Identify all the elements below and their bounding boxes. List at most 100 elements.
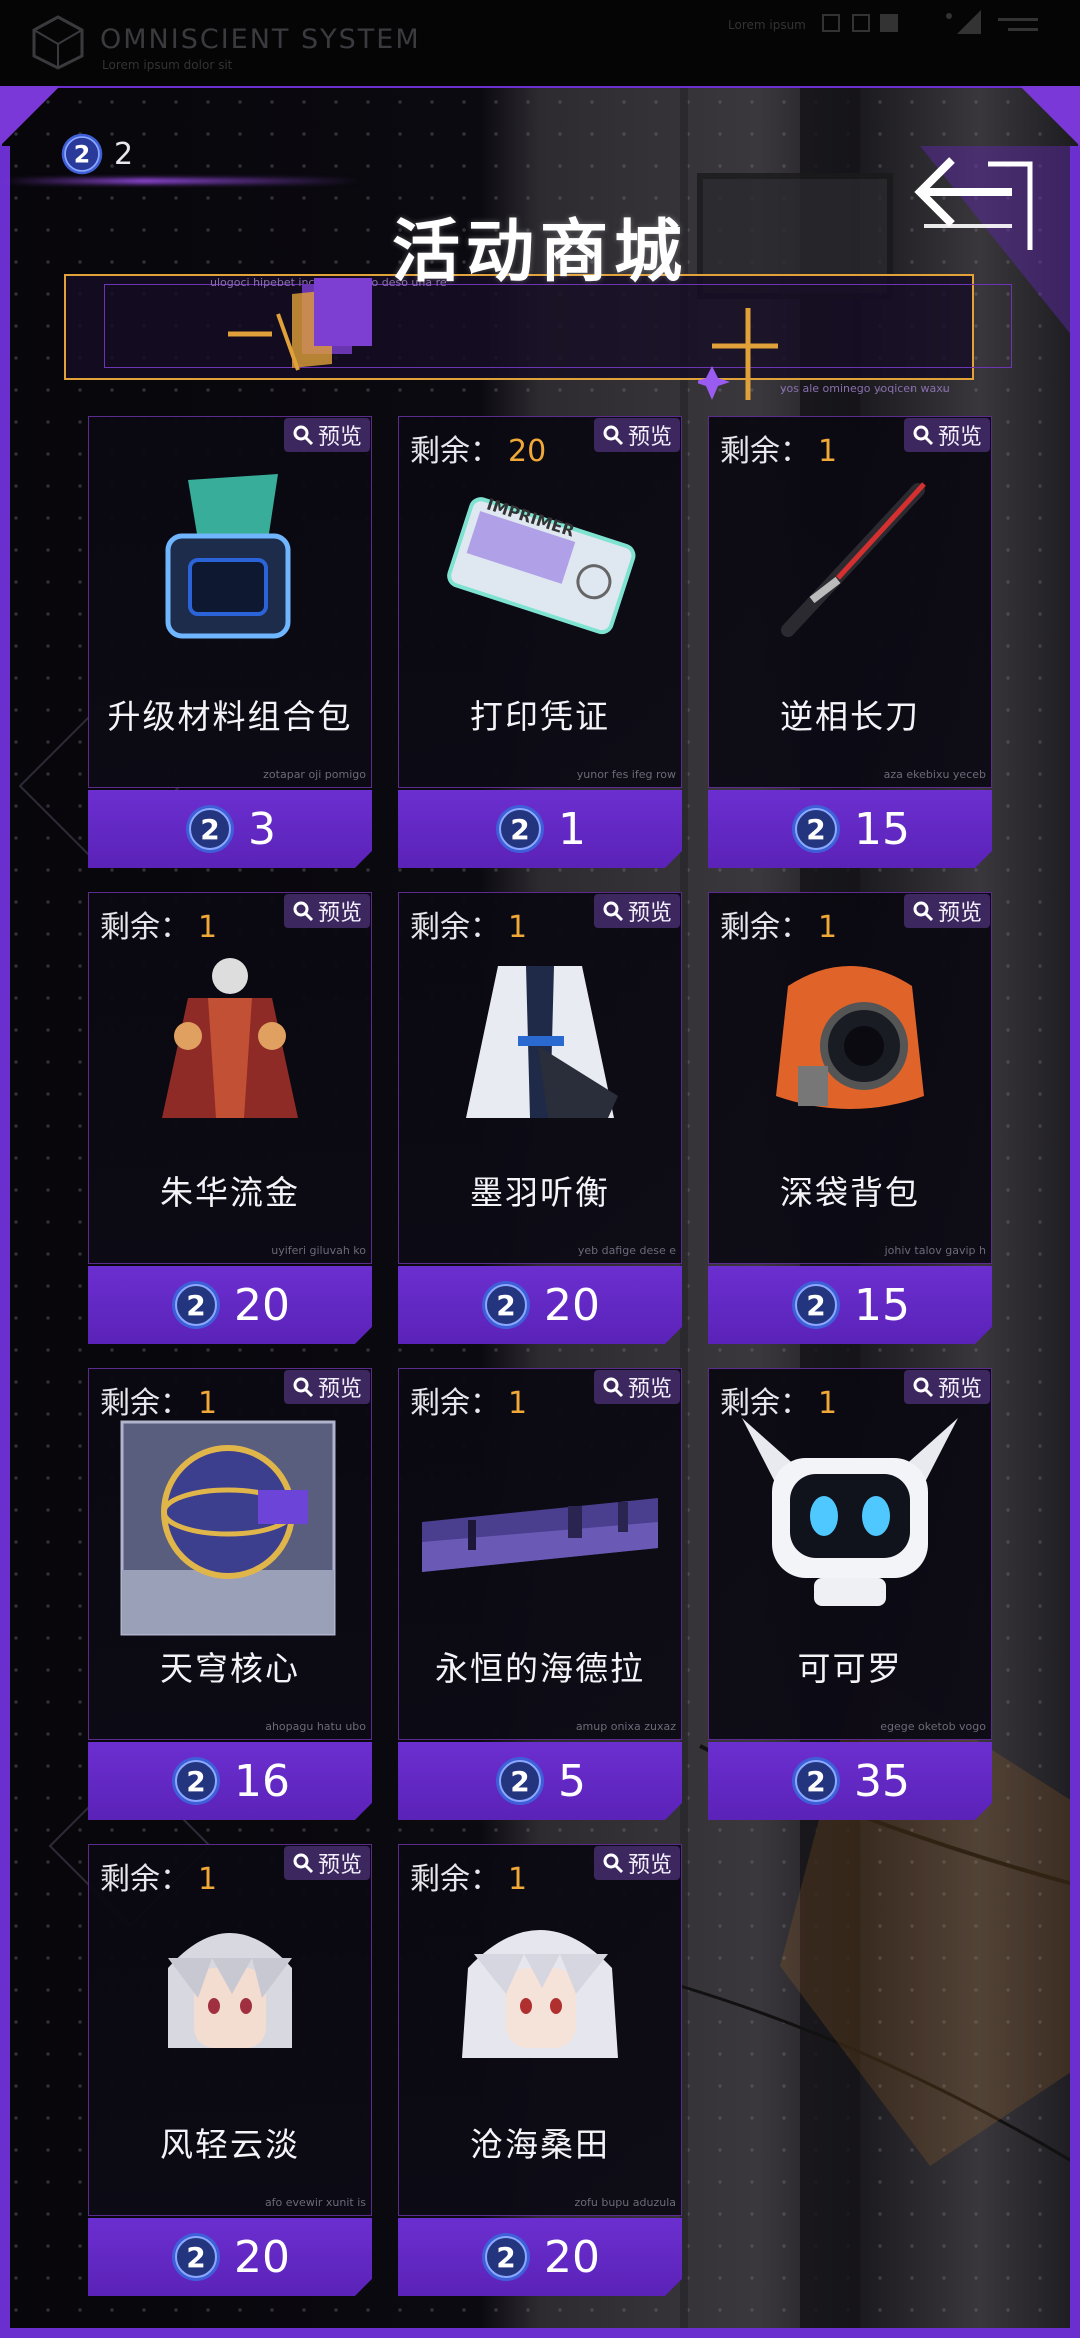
shop-item-card[interactable]: 剩余： 1 预览 朱华流金 uyiferi giluvah ko 2 20: [88, 892, 372, 1344]
remain-count: 剩余： 1: [100, 1862, 218, 1897]
shop-frame: 2 2 ulogoci hipebet inchem iakevo deso u…: [0, 86, 1080, 2338]
preview-button[interactable]: 预览: [284, 1370, 370, 1404]
square-icon: [880, 14, 898, 32]
system-right-text: Lorem ipsum: [728, 18, 806, 32]
price-button[interactable]: 2 35: [708, 1742, 992, 1820]
remain-count: 剩余： 1: [410, 910, 528, 945]
item-tiny-text: johiv talov gavip h: [884, 1244, 986, 1257]
blade-icon: [781, 482, 926, 637]
shop-item-card[interactable]: 剩余： 1 预览 可可罗 egege oketob vogo 2 35: [708, 1368, 992, 1820]
magnifier-icon: [293, 901, 314, 922]
system-subtitle: Lorem ipsum dolor sit: [102, 58, 233, 72]
purple-coin-icon: 2: [482, 2233, 530, 2281]
item-name: 天穹核心: [160, 1649, 300, 1688]
price-button[interactable]: 2 20: [398, 2218, 682, 2296]
remain-count: 剩余： 1: [720, 910, 838, 945]
remain-count: 剩余： 1: [720, 434, 838, 469]
preview-label: 预览: [627, 425, 672, 450]
magnifier-icon: [603, 901, 624, 922]
magnifier-icon: [913, 901, 934, 922]
core-sphere-icon: [120, 1420, 336, 1636]
item-name: 升级材料组合包: [107, 697, 353, 736]
price-button[interactable]: 2 16: [88, 1742, 372, 1820]
shop-item-card[interactable]: 预览 升级材料组合包 zotapar oji pomigo 2 3: [88, 416, 372, 868]
item-tiny-text: yeb dafige dese e: [577, 1244, 676, 1257]
price-button[interactable]: 2 15: [708, 790, 992, 868]
item-name: 永恒的海德拉: [435, 1649, 645, 1688]
shop-item-card[interactable]: 剩余： 20 预览 IMPRIMER 打印凭证 yunor fes ifeg ro…: [398, 416, 682, 868]
shop-item-card[interactable]: 剩余： 1 预览 天穹核心 ahopagu hatu ubo 2 16: [88, 1368, 372, 1820]
preview-button[interactable]: 预览: [284, 1846, 370, 1880]
price-button[interactable]: 2 3: [88, 790, 372, 868]
purple-coin-icon: 2: [792, 805, 840, 853]
shop-item-card[interactable]: 剩余： 1 预览 永恒的海德拉 amup onixa zuxaz 2 5: [398, 1368, 682, 1820]
magnifier-icon: [293, 1377, 314, 1398]
item-name: 风轻云淡: [160, 2125, 300, 2164]
magnifier-icon: [603, 425, 624, 446]
preview-button[interactable]: 预览: [904, 1370, 990, 1404]
shop-item-card[interactable]: 剩余： 1 预览 沧海桑田 zofu bupu aduzula 2 20: [398, 1844, 682, 2296]
shop-item-card[interactable]: 剩余： 1 预览 逆相长刀 aza ekebixu yeceb 2 15: [708, 416, 992, 868]
remain-count: 剩余： 1: [410, 1862, 528, 1897]
price-button[interactable]: 2 15: [708, 1266, 992, 1344]
item-tiny-text: zotapar oji pomigo: [263, 768, 366, 781]
banner-sparkle-icon: [698, 308, 778, 400]
shop-item-card[interactable]: 剩余： 1 预览 墨羽听衡 yeb dafige dese e 2 20: [398, 892, 682, 1344]
back-arrow-button[interactable]: [900, 146, 1040, 256]
preview-label: 预览: [317, 425, 362, 450]
currency-balance: 2 2: [60, 130, 133, 178]
price-value: 35: [854, 1755, 910, 1807]
white-hair-boy-icon: [168, 1933, 292, 2048]
preview-label: 预览: [627, 1377, 672, 1402]
preview-button[interactable]: 预览: [594, 1846, 680, 1880]
price-button[interactable]: 2 20: [398, 1266, 682, 1344]
price-value: 1: [558, 803, 586, 855]
price-button[interactable]: 2 1: [398, 790, 682, 868]
purple-coin-icon: 2: [61, 133, 103, 175]
price-button[interactable]: 2 20: [88, 2218, 372, 2296]
purple-coin-icon: 2: [496, 805, 544, 853]
white-hair-girl-icon: [462, 1930, 618, 2058]
item-name: 沧海桑田: [470, 2125, 610, 2164]
item-name: 可可罗: [797, 1649, 903, 1688]
shop-item-card[interactable]: 剩余： 1 预览 深袋背包 johiv talov gavip h 2 15: [708, 892, 992, 1344]
purple-coin-icon: 2: [186, 805, 234, 853]
preview-button[interactable]: 预览: [594, 894, 680, 928]
svg-text:2: 2: [186, 1765, 205, 1798]
signal-icon: [946, 10, 981, 34]
price-button[interactable]: 2 5: [398, 1742, 682, 1820]
preview-button[interactable]: 预览: [284, 418, 370, 452]
system-bar: OMNISCIENT SYSTEM Lorem ipsum dolor sit …: [0, 0, 1080, 86]
svg-text:2: 2: [806, 813, 825, 846]
preview-button[interactable]: 预览: [594, 1370, 680, 1404]
remain-count: 剩余： 1: [410, 1386, 528, 1421]
purple-coin-icon: 2: [792, 1281, 840, 1329]
remain-count: 剩余： 1: [100, 910, 218, 945]
preview-button[interactable]: 预览: [594, 418, 680, 452]
item-tiny-text: amup onixa zuxaz: [575, 1720, 676, 1733]
price-value: 20: [544, 2231, 600, 2283]
svg-text:2: 2: [806, 1289, 825, 1322]
preview-label: 预览: [937, 901, 982, 926]
robot-icon: [742, 1418, 958, 1606]
backpack-icon: [776, 966, 924, 1109]
currency-glow-line: [0, 178, 360, 184]
preview-button[interactable]: 预览: [904, 894, 990, 928]
shop-item-card[interactable]: 剩余： 1 预览 风轻云淡 afo evewir xunit is 2 20: [88, 1844, 372, 2296]
price-button[interactable]: 2 20: [88, 1266, 372, 1344]
item-tiny-text: yunor fes ifeg row: [576, 768, 676, 781]
system-title: OMNISCIENT SYSTEM: [100, 24, 421, 55]
item-tiny-text: aza ekebixu yeceb: [883, 768, 986, 781]
preview-button[interactable]: 预览: [284, 894, 370, 928]
remain-count: 剩余： 20: [410, 434, 547, 469]
purple-coin-icon: 2: [172, 1757, 220, 1805]
price-value: 20: [544, 1279, 600, 1331]
magnifier-icon: [603, 1853, 624, 1874]
preview-label: 预览: [317, 1377, 362, 1402]
purple-coin-icon: 2: [172, 1281, 220, 1329]
cube-logo-icon: [32, 15, 84, 70]
preview-button[interactable]: 预览: [904, 418, 990, 452]
banner-tiny-text: yos ale ominego yoqicen waxu: [780, 382, 950, 395]
magnifier-icon: [293, 425, 314, 446]
white-outfit-icon: [466, 966, 618, 1118]
